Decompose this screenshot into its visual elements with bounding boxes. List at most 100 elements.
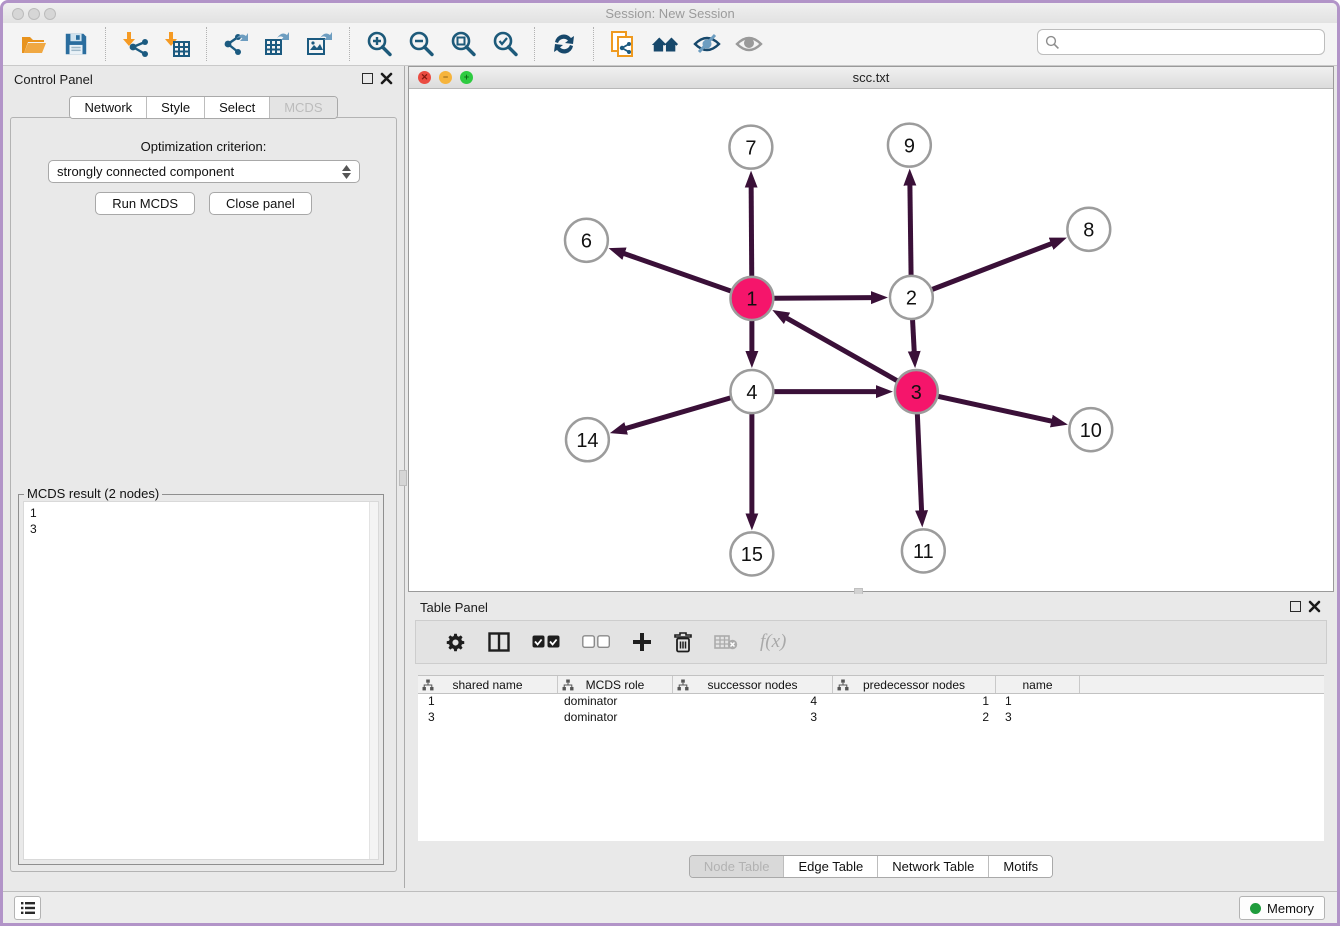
graph-node-9[interactable]: 9 (888, 124, 931, 167)
hide-panels-icon[interactable] (692, 29, 722, 59)
toolbar-separator (593, 27, 594, 61)
network-window-titlebar[interactable]: ✕ − + scc.txt (409, 67, 1333, 89)
graph-node-10[interactable]: 10 (1069, 408, 1112, 451)
criterion-select[interactable]: strongly connected component (48, 160, 360, 183)
open-session-icon[interactable] (19, 29, 49, 59)
mcds-result-textarea[interactable]: 13 (23, 501, 379, 860)
tab-mcds[interactable]: MCDS (269, 97, 336, 118)
graph-edge-1-2[interactable] (773, 298, 872, 299)
table-settings-icon[interactable] (445, 632, 466, 653)
network-graph: 7 9 6 8 1 2 4 3 14 10 15 11 (409, 89, 1333, 591)
search-box[interactable] (1037, 29, 1325, 55)
task-history-button[interactable] (14, 896, 41, 920)
graph-edge-2-3[interactable] (913, 319, 915, 352)
graph-node-3[interactable]: 3 (895, 370, 938, 413)
table-toolbar: f(x) (415, 620, 1327, 664)
svg-text:11: 11 (913, 541, 934, 563)
graph-node-11[interactable]: 11 (902, 529, 945, 572)
table-row[interactable]: 3dominator323 (418, 710, 1324, 726)
memory-status-icon (1250, 903, 1261, 914)
graph-node-14[interactable]: 14 (566, 418, 609, 461)
table-tab-edge-table[interactable]: Edge Table (783, 856, 877, 877)
home-view-icon[interactable] (650, 29, 680, 59)
vertical-splitter-handle[interactable] (399, 470, 407, 486)
node-table: shared nameMCDS rolesuccessor nodesprede… (418, 675, 1324, 841)
float-panel-icon[interactable] (362, 73, 373, 84)
graph-node-15[interactable]: 15 (730, 532, 773, 575)
control-panel-tabs: NetworkStyleSelectMCDS (69, 96, 337, 119)
toolbar-separator (105, 27, 106, 61)
cell-name: 1 (996, 694, 1080, 710)
zoom-in-icon[interactable] (364, 29, 394, 59)
zoom-selected-icon[interactable] (490, 29, 520, 59)
graph-node-7[interactable]: 7 (729, 126, 772, 169)
table-panel: Table Panel (408, 594, 1334, 888)
graph-node-8[interactable]: 8 (1067, 208, 1110, 251)
graph-node-2[interactable]: 2 (890, 276, 933, 319)
zoom-fit-icon[interactable] (448, 29, 478, 59)
add-column-icon[interactable] (632, 632, 652, 652)
column-header-successor-nodes[interactable]: successor nodes (673, 676, 833, 693)
export-table-icon[interactable] (263, 29, 293, 59)
tab-select[interactable]: Select (204, 97, 269, 118)
table-header-row: shared nameMCDS rolesuccessor nodesprede… (418, 675, 1324, 694)
save-session-icon[interactable] (61, 29, 91, 59)
mcds-result-lines: 13 (24, 502, 378, 540)
table-row[interactable]: 1dominator411 (418, 694, 1324, 710)
clone-network-icon[interactable] (608, 29, 638, 59)
svg-text:2: 2 (906, 288, 917, 310)
graph-edge-1-7[interactable] (751, 187, 752, 277)
table-tab-motifs[interactable]: Motifs (988, 856, 1052, 877)
graph-edge-3-11[interactable] (917, 413, 921, 511)
network-window-title: scc.txt (409, 70, 1333, 85)
column-header-MCDS-role[interactable]: MCDS role (558, 676, 673, 693)
import-table-icon[interactable] (162, 29, 192, 59)
column-header-shared-name[interactable]: shared name (418, 676, 558, 693)
export-image-icon[interactable] (305, 29, 335, 59)
control-panel: Control Panel NetworkStyleSelectMCDS Opt… (3, 66, 405, 888)
graph-edge-3-10[interactable] (937, 396, 1052, 421)
table-tab-node-table[interactable]: Node Table (690, 856, 784, 877)
control-panel-title: Control Panel (14, 72, 93, 87)
refresh-view-icon[interactable] (549, 29, 579, 59)
show-panels-icon[interactable] (734, 29, 764, 59)
close-table-panel-icon[interactable] (1308, 600, 1321, 613)
search-input[interactable] (1065, 35, 1324, 50)
graph-edge-1-6[interactable] (624, 253, 732, 291)
export-network-icon[interactable] (221, 29, 251, 59)
tab-network[interactable]: Network (70, 97, 146, 118)
deselect-all-rows-icon[interactable] (582, 635, 610, 649)
mcds-result-title: MCDS result (2 nodes) (24, 486, 162, 501)
graph-node-6[interactable]: 6 (565, 219, 608, 262)
run-mcds-button[interactable]: Run MCDS (95, 192, 195, 215)
delete-column-icon[interactable] (674, 632, 692, 653)
zoom-out-icon[interactable] (406, 29, 436, 59)
graph-node-1[interactable]: 1 (730, 277, 773, 320)
cell-mcds_role: dominator (558, 710, 673, 726)
network-canvas[interactable]: 7 9 6 8 1 2 4 3 14 10 15 11 (409, 89, 1333, 591)
graph-edge-3-1[interactable] (786, 318, 897, 381)
split-view-icon[interactable] (488, 632, 510, 652)
column-header-predecessor-nodes[interactable]: predecessor nodes (833, 676, 996, 693)
select-all-rows-icon[interactable] (532, 635, 560, 649)
cell-predecessor_nodes: 1 (833, 694, 996, 710)
svg-text:14: 14 (576, 430, 598, 452)
float-table-panel-icon[interactable] (1290, 601, 1301, 612)
close-panel-button[interactable]: Close panel (209, 192, 312, 215)
svg-text:3: 3 (911, 382, 922, 404)
result-scrollbar[interactable] (369, 502, 378, 859)
import-network-icon[interactable] (120, 29, 150, 59)
graph-edge-2-8[interactable] (931, 243, 1052, 289)
column-header-name[interactable]: name (996, 676, 1080, 693)
close-panel-icon[interactable] (380, 72, 393, 85)
graph-edge-2-9[interactable] (910, 185, 911, 276)
table-tab-network-table[interactable]: Network Table (877, 856, 988, 877)
mcds-tab-content: Optimization criterion: strongly connect… (10, 117, 397, 872)
svg-text:7: 7 (745, 137, 756, 159)
tab-style[interactable]: Style (146, 97, 204, 118)
table-panel-tabs: Node TableEdge TableNetwork TableMotifs (689, 855, 1053, 878)
graph-edge-4-14[interactable] (625, 398, 731, 429)
graph-node-4[interactable]: 4 (730, 370, 773, 413)
memory-button[interactable]: Memory (1239, 896, 1325, 920)
memory-label: Memory (1267, 901, 1314, 916)
